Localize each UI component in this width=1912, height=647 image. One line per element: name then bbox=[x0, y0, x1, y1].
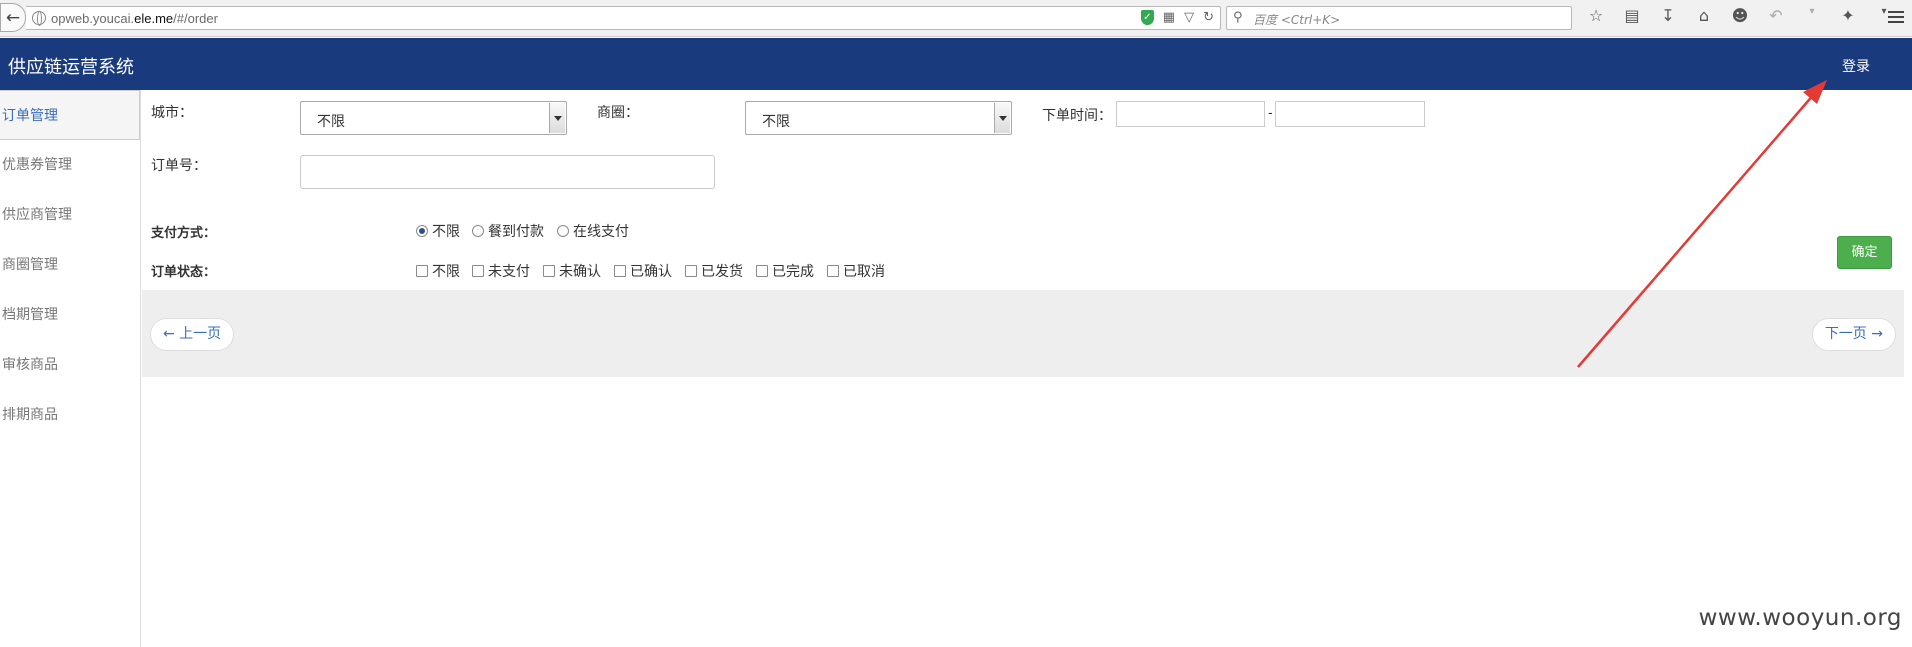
menu-icon[interactable] bbox=[1888, 8, 1904, 26]
app-title: 供应链运营系统 bbox=[8, 57, 134, 78]
next-page-button[interactable]: 下一页 → bbox=[1811, 318, 1896, 351]
radio-selected-icon[interactable] bbox=[416, 225, 428, 237]
status-option-unpaid[interactable]: 未支付 bbox=[472, 261, 530, 281]
url-text[interactable]: opweb.youcai.ele.me/#/order bbox=[51, 11, 218, 26]
watermark: www.wooyun.org bbox=[1698, 605, 1902, 631]
shield-icon[interactable]: ✓ bbox=[1140, 10, 1154, 25]
checkbox-icon[interactable] bbox=[472, 265, 484, 277]
dropdown-icon[interactable]: ▽ bbox=[1184, 10, 1194, 25]
back-button[interactable]: ← bbox=[0, 3, 26, 32]
dropdown-small-icon[interactable]: ▾ bbox=[1801, 6, 1823, 25]
order-time-label: 下单时间： bbox=[1042, 108, 1112, 124]
sidebar-item-review-products[interactable]: 审核商品 bbox=[0, 340, 140, 390]
order-number-label: 订单号： bbox=[151, 158, 207, 174]
checkbox-icon[interactable] bbox=[614, 265, 626, 277]
checkbox-icon[interactable] bbox=[685, 265, 697, 277]
checkbox-icon[interactable] bbox=[756, 265, 768, 277]
qr-code-icon[interactable]: ▦ bbox=[1163, 10, 1175, 25]
status-option-cancelled[interactable]: 已取消 bbox=[827, 261, 885, 281]
end-date-input[interactable] bbox=[1275, 101, 1425, 127]
search-bar[interactable]: ⚲ 百度 <Ctrl+K> bbox=[1226, 6, 1572, 30]
confirm-button[interactable]: 确定 bbox=[1837, 236, 1892, 269]
order-number-input[interactable] bbox=[300, 155, 715, 189]
district-label: 商圈： bbox=[597, 105, 639, 121]
globe-icon bbox=[32, 11, 46, 26]
sidebar-item-districts[interactable]: 商圈管理 bbox=[0, 240, 140, 290]
order-status-label: 订单状态： bbox=[151, 265, 217, 280]
city-label: 城市： bbox=[151, 105, 193, 121]
sidebar-item-coupons[interactable]: 优惠券管理 bbox=[0, 140, 140, 190]
status-option-shipped[interactable]: 已发货 bbox=[685, 261, 743, 281]
city-select[interactable]: 不限 bbox=[300, 101, 567, 135]
city-select-value: 不限 bbox=[317, 114, 345, 130]
back-arrow-icon: ← bbox=[5, 7, 21, 28]
checkbox-icon[interactable] bbox=[827, 265, 839, 277]
star-icon[interactable]: ☆ bbox=[1585, 6, 1607, 25]
chevron-down-icon[interactable] bbox=[549, 103, 565, 133]
radio-icon[interactable] bbox=[557, 225, 569, 237]
status-option-any[interactable]: 不限 bbox=[416, 261, 460, 281]
chevron-down-icon[interactable] bbox=[994, 103, 1010, 133]
login-link[interactable]: 登录 bbox=[1842, 56, 1870, 76]
status-option-unconfirmed[interactable]: 未确认 bbox=[543, 261, 601, 281]
app-header: 供应链运营系统 登录 bbox=[0, 38, 1912, 90]
prev-page-button[interactable]: ← 上一页 bbox=[150, 318, 235, 351]
pager: ← 上一页 下一页 → bbox=[142, 290, 1904, 377]
sidebar-item-schedules[interactable]: 档期管理 bbox=[0, 290, 140, 340]
radio-icon[interactable] bbox=[472, 225, 484, 237]
start-date-input[interactable] bbox=[1116, 101, 1265, 127]
payment-option-any[interactable]: 不限 bbox=[416, 221, 460, 241]
status-option-confirmed[interactable]: 已确认 bbox=[614, 261, 672, 281]
url-bar[interactable]: opweb.youcai.ele.me/#/order ✓ ▦ ▽ ↻ bbox=[26, 6, 1221, 30]
status-option-completed[interactable]: 已完成 bbox=[756, 261, 814, 281]
undo-icon[interactable]: ↶ bbox=[1765, 6, 1787, 25]
search-placeholder: 百度 <Ctrl+K> bbox=[1253, 13, 1341, 27]
search-icon: ⚲ bbox=[1233, 10, 1243, 25]
sidebar-item-orders[interactable]: 订单管理 bbox=[0, 90, 140, 140]
checkbox-icon[interactable] bbox=[543, 265, 555, 277]
home-icon[interactable]: ⌂ bbox=[1693, 6, 1715, 25]
sidebar-item-scheduled-products[interactable]: 排期商品 bbox=[0, 390, 140, 440]
district-select-value: 不限 bbox=[762, 114, 790, 130]
chat-icon[interactable]: ☻ bbox=[1729, 6, 1751, 25]
reload-icon[interactable]: ↻ bbox=[1203, 10, 1214, 25]
sidebar: 订单管理 优惠券管理 供应商管理 商圈管理 档期管理 审核商品 排期商品 bbox=[0, 90, 141, 647]
payment-method-label: 支付方式： bbox=[151, 226, 217, 241]
browser-toolbar: ← opweb.youcai.ele.me/#/order ✓ ▦ ▽ ↻ ⚲ … bbox=[0, 0, 1912, 37]
checkbox-icon[interactable] bbox=[416, 265, 428, 277]
download-icon[interactable]: ↧ bbox=[1657, 6, 1679, 25]
payment-option-cod[interactable]: 餐到付款 bbox=[472, 221, 544, 241]
district-select[interactable]: 不限 bbox=[745, 101, 1012, 135]
extension-icon[interactable]: ✦ bbox=[1837, 6, 1859, 25]
payment-option-online[interactable]: 在线支付 bbox=[557, 221, 629, 241]
reading-list-icon[interactable]: ▤ bbox=[1621, 6, 1643, 25]
sidebar-item-suppliers[interactable]: 供应商管理 bbox=[0, 190, 140, 240]
date-separator: - bbox=[1268, 106, 1273, 121]
